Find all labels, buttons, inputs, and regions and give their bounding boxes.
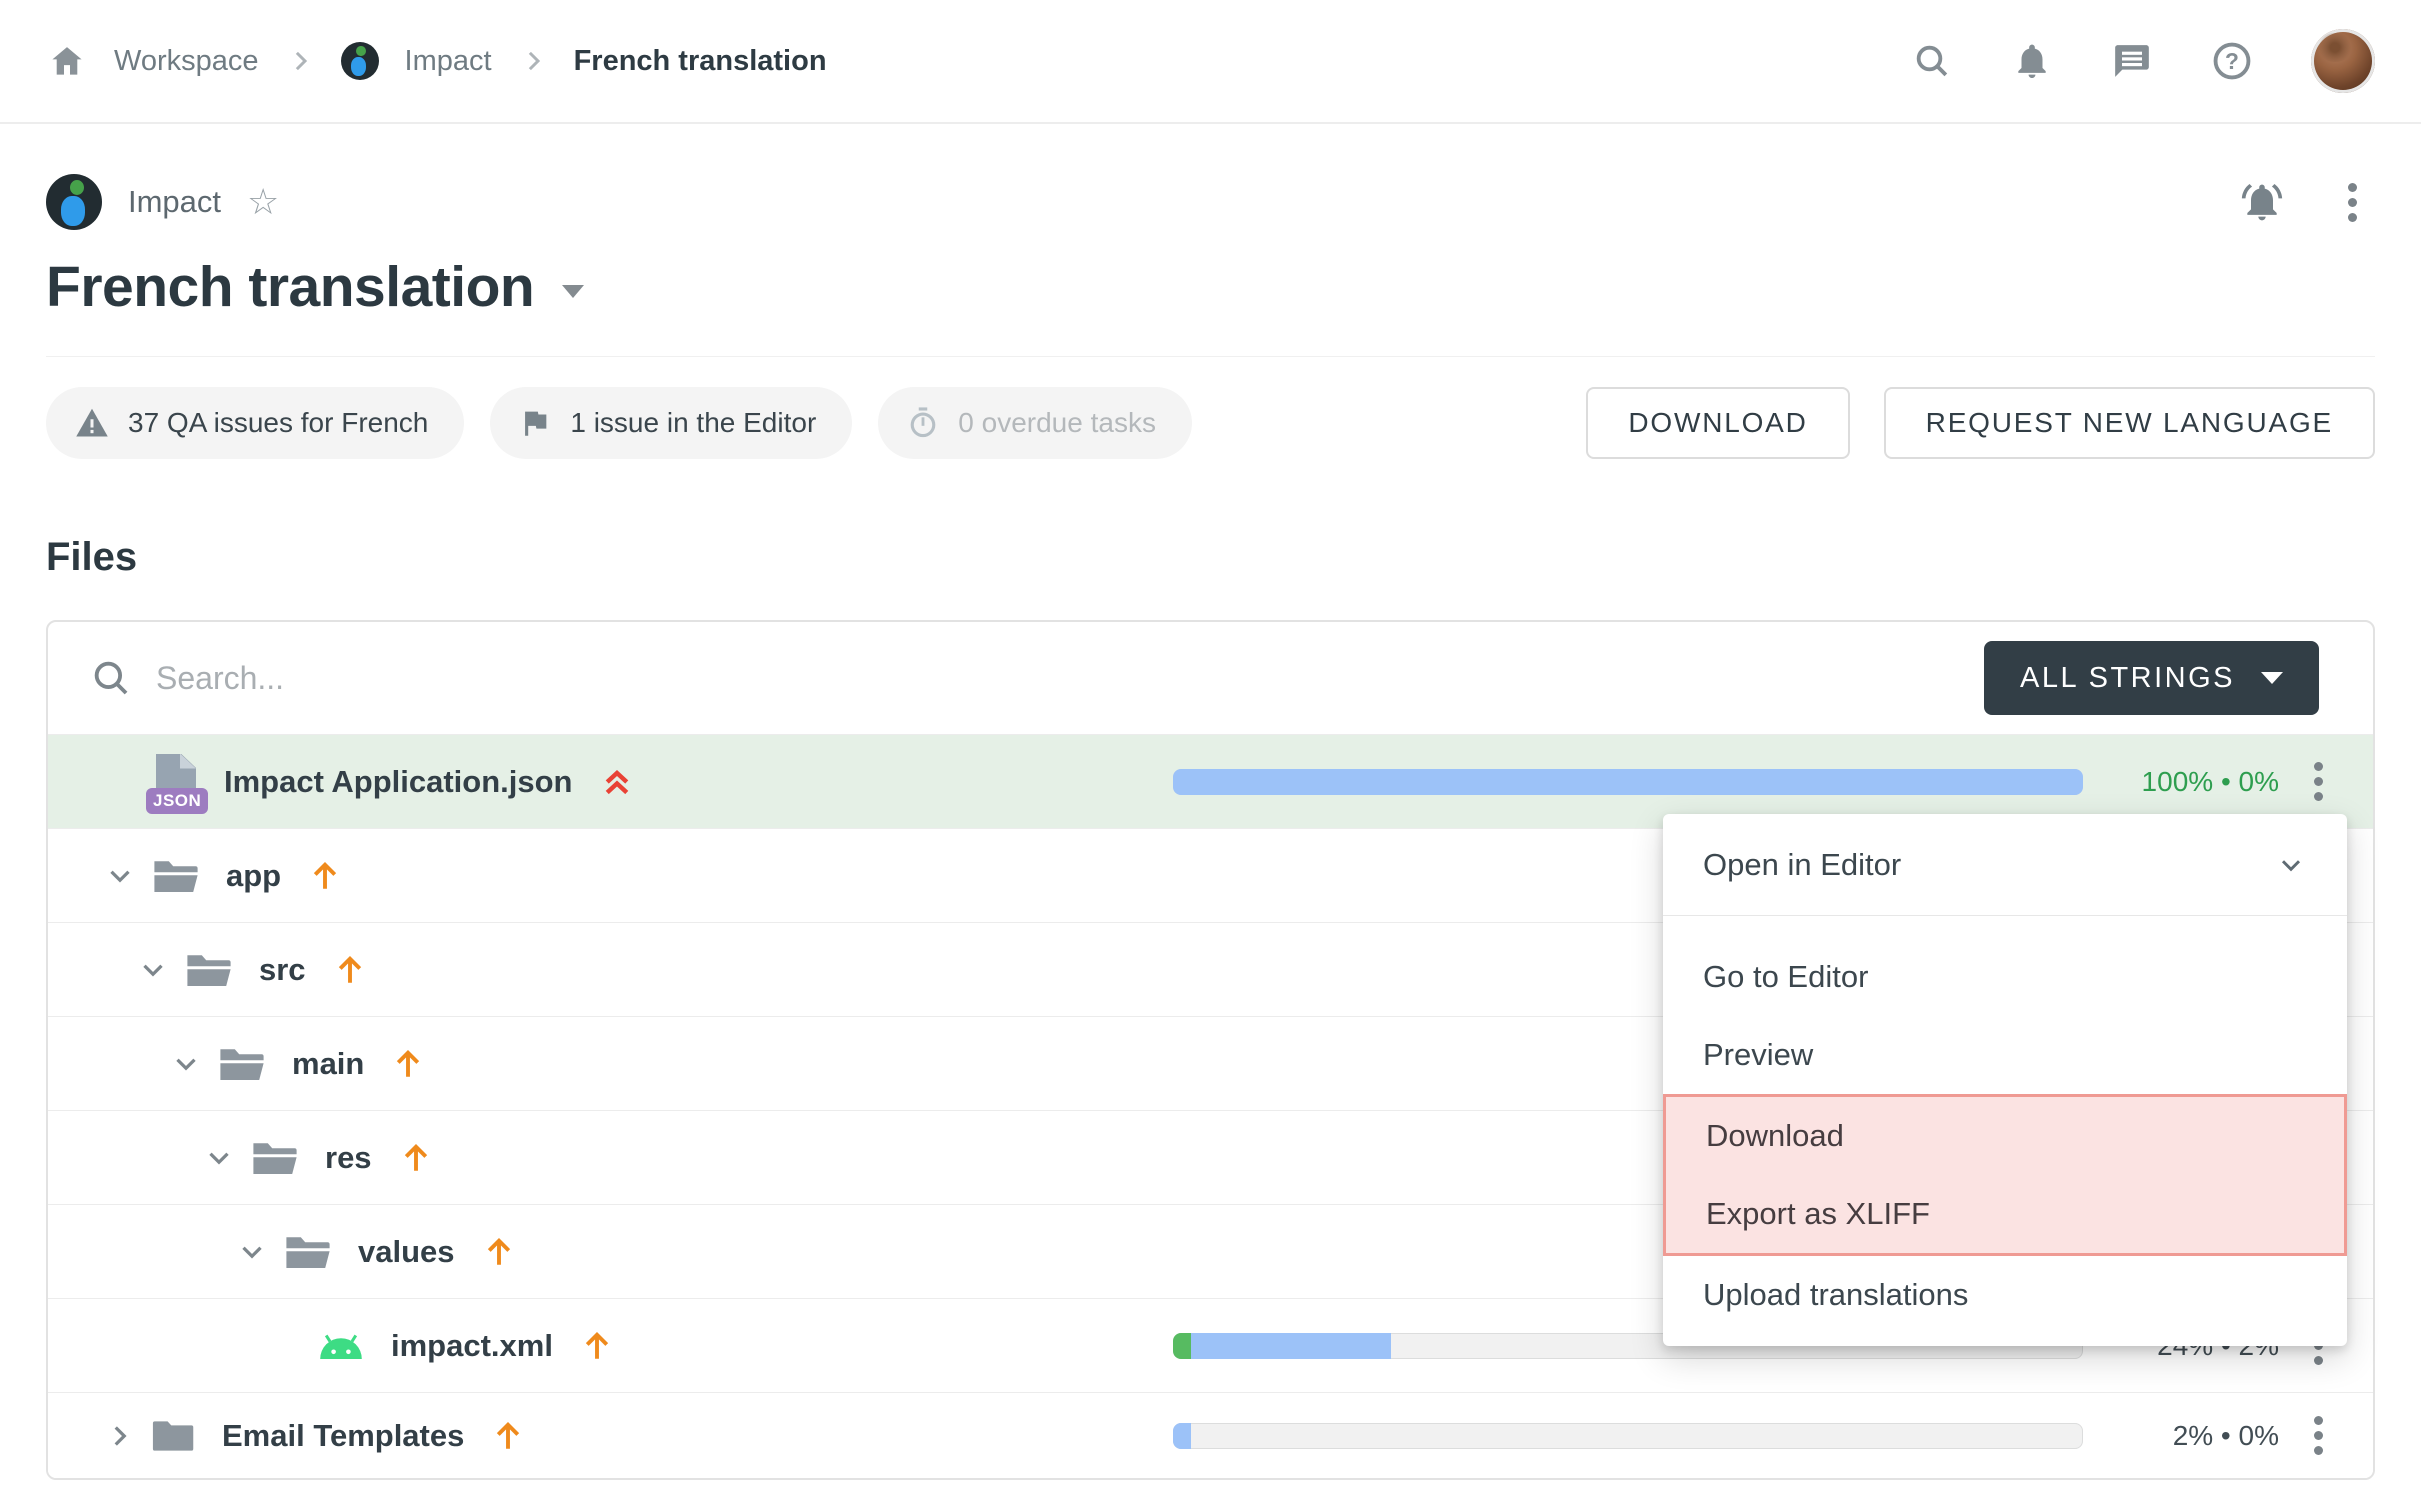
row-name: src [259, 952, 306, 988]
title-dropdown-caret-icon[interactable] [562, 285, 584, 298]
project-menu-kebab-icon[interactable] [2342, 177, 2363, 228]
strings-filter-label: ALL STRINGS [2020, 662, 2235, 695]
chevron-down-icon [2261, 672, 2283, 684]
editor-issues-badge[interactable]: 1 issue in the Editor [490, 387, 852, 459]
search-icon [90, 657, 132, 699]
files-heading: Files [46, 535, 2375, 580]
row-name: Email Templates [222, 1418, 464, 1454]
breadcrumb-current: French translation [574, 45, 827, 78]
chevron-down-icon[interactable] [169, 1047, 203, 1081]
messages-icon[interactable] [2111, 40, 2153, 82]
search-icon[interactable] [1911, 40, 1953, 82]
chevron-down-icon[interactable] [235, 1235, 269, 1269]
strings-filter-button[interactable]: ALL STRINGS [1984, 641, 2319, 715]
download-button[interactable]: DOWNLOAD [1586, 387, 1849, 459]
menu-highlighted-group: DownloadExport as XLIFF [1663, 1094, 2347, 1256]
files-search-row: ALL STRINGS [48, 622, 2373, 734]
files-search-input[interactable] [156, 660, 1960, 697]
overdue-tasks-badge[interactable]: 0 overdue tasks [878, 387, 1192, 459]
priority-high-icon [599, 764, 635, 800]
folder-open-icon [185, 950, 233, 990]
priority-medium-icon [398, 1140, 434, 1176]
progress-bar [1173, 769, 2083, 795]
flag-icon [518, 406, 552, 440]
breadcrumb: Workspace Impact French translation [46, 40, 827, 82]
priority-medium-icon [390, 1046, 426, 1082]
priority-medium-icon [332, 952, 368, 988]
header-divider [46, 356, 2375, 357]
project-name: Impact [128, 184, 221, 220]
row-kebab-icon[interactable] [2308, 756, 2329, 807]
chevron-down-icon[interactable] [202, 1141, 236, 1175]
qa-issues-badge[interactable]: 37 QA issues for French [46, 387, 464, 459]
menu-item-open-in-editor[interactable]: Open in Editor [1663, 814, 2347, 916]
request-new-language-button[interactable]: REQUEST NEW LANGUAGE [1884, 387, 2375, 459]
folder-open-icon [251, 1138, 299, 1178]
priority-medium-icon [307, 858, 343, 894]
row-name: main [292, 1046, 364, 1082]
folder-icon [152, 1417, 196, 1455]
top-navbar: Workspace Impact French translation ? [0, 0, 2421, 124]
row-name: impact.xml [391, 1328, 553, 1364]
row-name: res [325, 1140, 372, 1176]
notifications-icon[interactable] [2011, 40, 2053, 82]
header-actions: DOWNLOAD REQUEST NEW LANGUAGE [1586, 387, 2375, 459]
row-name: values [358, 1234, 455, 1270]
breadcrumb-project[interactable]: Impact [405, 45, 492, 78]
row-name: Impact Application.json [224, 764, 573, 800]
svg-text:?: ? [2225, 48, 2239, 74]
navbar-actions: ? [1911, 29, 2375, 93]
priority-medium-icon [579, 1328, 615, 1364]
home-icon[interactable] [46, 40, 88, 82]
menu-item-preview[interactable]: Preview [1663, 1016, 2347, 1094]
folder-open-icon [152, 856, 200, 896]
status-badges: 37 QA issues for French 1 issue in the E… [46, 387, 1192, 459]
menu-item-go-to-editor[interactable]: Go to Editor [1663, 938, 2347, 1016]
android-file-icon [317, 1330, 365, 1362]
page-title: French translation [46, 254, 534, 320]
menu-item-label: Open in Editor [1703, 847, 1901, 883]
progress-label: 100% • 0% [2109, 766, 2279, 798]
chevron-right-icon [285, 46, 315, 76]
overdue-tasks-label: 0 overdue tasks [958, 407, 1156, 439]
chevron-down-icon [2275, 849, 2307, 881]
user-avatar[interactable] [2311, 29, 2375, 93]
json-file-icon: JSON [152, 754, 198, 810]
star-icon[interactable]: ☆ [247, 184, 279, 220]
project-logo [46, 174, 102, 230]
chevron-down-icon[interactable] [136, 953, 170, 987]
menu-item-export-as-xliff[interactable]: Export as XLIFF [1666, 1175, 2344, 1253]
subscribe-bell-icon[interactable] [2240, 180, 2284, 224]
menu-item-download[interactable]: Download [1666, 1097, 2344, 1175]
priority-medium-icon [490, 1418, 526, 1454]
chevron-right-icon[interactable] [103, 1419, 137, 1453]
progress-label: 2% • 0% [2109, 1420, 2279, 1452]
help-icon[interactable]: ? [2211, 40, 2253, 82]
project-logo-small[interactable] [341, 42, 379, 80]
file-context-menu: Open in Editor Go to EditorPreviewDownlo… [1663, 814, 2347, 1346]
project-header: Impact ☆ [46, 174, 2375, 230]
page: Workspace Impact French translation ? [0, 0, 2421, 1498]
progress-bar [1173, 1423, 2083, 1449]
json-badge: JSON [146, 788, 208, 814]
folder-open-icon [284, 1232, 332, 1272]
qa-issues-label: 37 QA issues for French [128, 407, 428, 439]
chevron-down-icon[interactable] [103, 859, 137, 893]
menu-item-upload-translations[interactable]: Upload translations [1663, 1256, 2347, 1334]
folder-open-icon [218, 1044, 266, 1084]
priority-medium-icon [481, 1234, 517, 1270]
row-kebab-icon[interactable] [2308, 1410, 2329, 1461]
row-name: app [226, 858, 281, 894]
warning-icon [74, 405, 110, 441]
folder-row-email-templates[interactable]: Email Templates 2% • 0% [48, 1392, 2373, 1478]
breadcrumb-workspace[interactable]: Workspace [114, 45, 259, 78]
chevron-right-icon [518, 46, 548, 76]
stopwatch-icon [906, 406, 940, 440]
editor-issues-label: 1 issue in the Editor [570, 407, 816, 439]
